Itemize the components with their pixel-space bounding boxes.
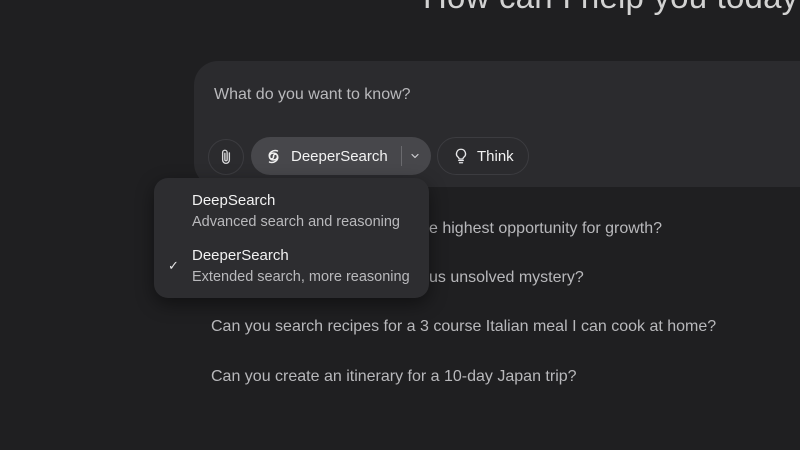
- dropdown-item-deepersearch[interactable]: ✓ DeeperSearch Extended search, more rea…: [154, 245, 429, 295]
- dropdown-item-title: DeepSearch: [192, 192, 276, 209]
- suggestion-item[interactable]: us unsolved mystery?: [429, 269, 584, 287]
- composer: DeeperSearch Think: [194, 61, 800, 187]
- chevron-down-icon: [409, 150, 421, 162]
- mode-main[interactable]: DeeperSearch: [251, 137, 388, 175]
- page: How can I help you today? DeeperSearch: [0, 0, 800, 450]
- suggestion-item[interactable]: e highest opportunity for growth?: [429, 220, 662, 238]
- attach-button[interactable]: [208, 139, 244, 175]
- checkmark-icon: ✓: [168, 258, 179, 273]
- dropdown-item-title: DeeperSearch: [192, 247, 289, 264]
- dropdown-item-description: Extended search, more reasoning: [192, 269, 410, 285]
- deepersearch-swirl-icon: [264, 147, 283, 166]
- mode-dropdown-menu: DeepSearch Advanced search and reasoning…: [154, 178, 429, 298]
- prompt-input[interactable]: [214, 83, 774, 107]
- think-button[interactable]: Think: [437, 137, 529, 175]
- dropdown-item-description: Advanced search and reasoning: [192, 214, 400, 230]
- mode-dropdown-toggle[interactable]: [402, 137, 428, 175]
- paperclip-icon: [217, 148, 235, 166]
- think-label: Think: [477, 147, 514, 165]
- mode-label: DeeperSearch: [291, 147, 388, 165]
- page-title: How can I help you today?: [423, 0, 800, 16]
- dropdown-item-deepsearch[interactable]: DeepSearch Advanced search and reasoning: [154, 190, 429, 240]
- suggestion-item[interactable]: Can you create an itinerary for a 10-day…: [211, 368, 577, 386]
- suggestion-item[interactable]: Can you search recipes for a 3 course It…: [211, 318, 716, 336]
- deepersearch-mode-button[interactable]: DeeperSearch: [251, 137, 431, 175]
- lightbulb-icon: [452, 147, 470, 165]
